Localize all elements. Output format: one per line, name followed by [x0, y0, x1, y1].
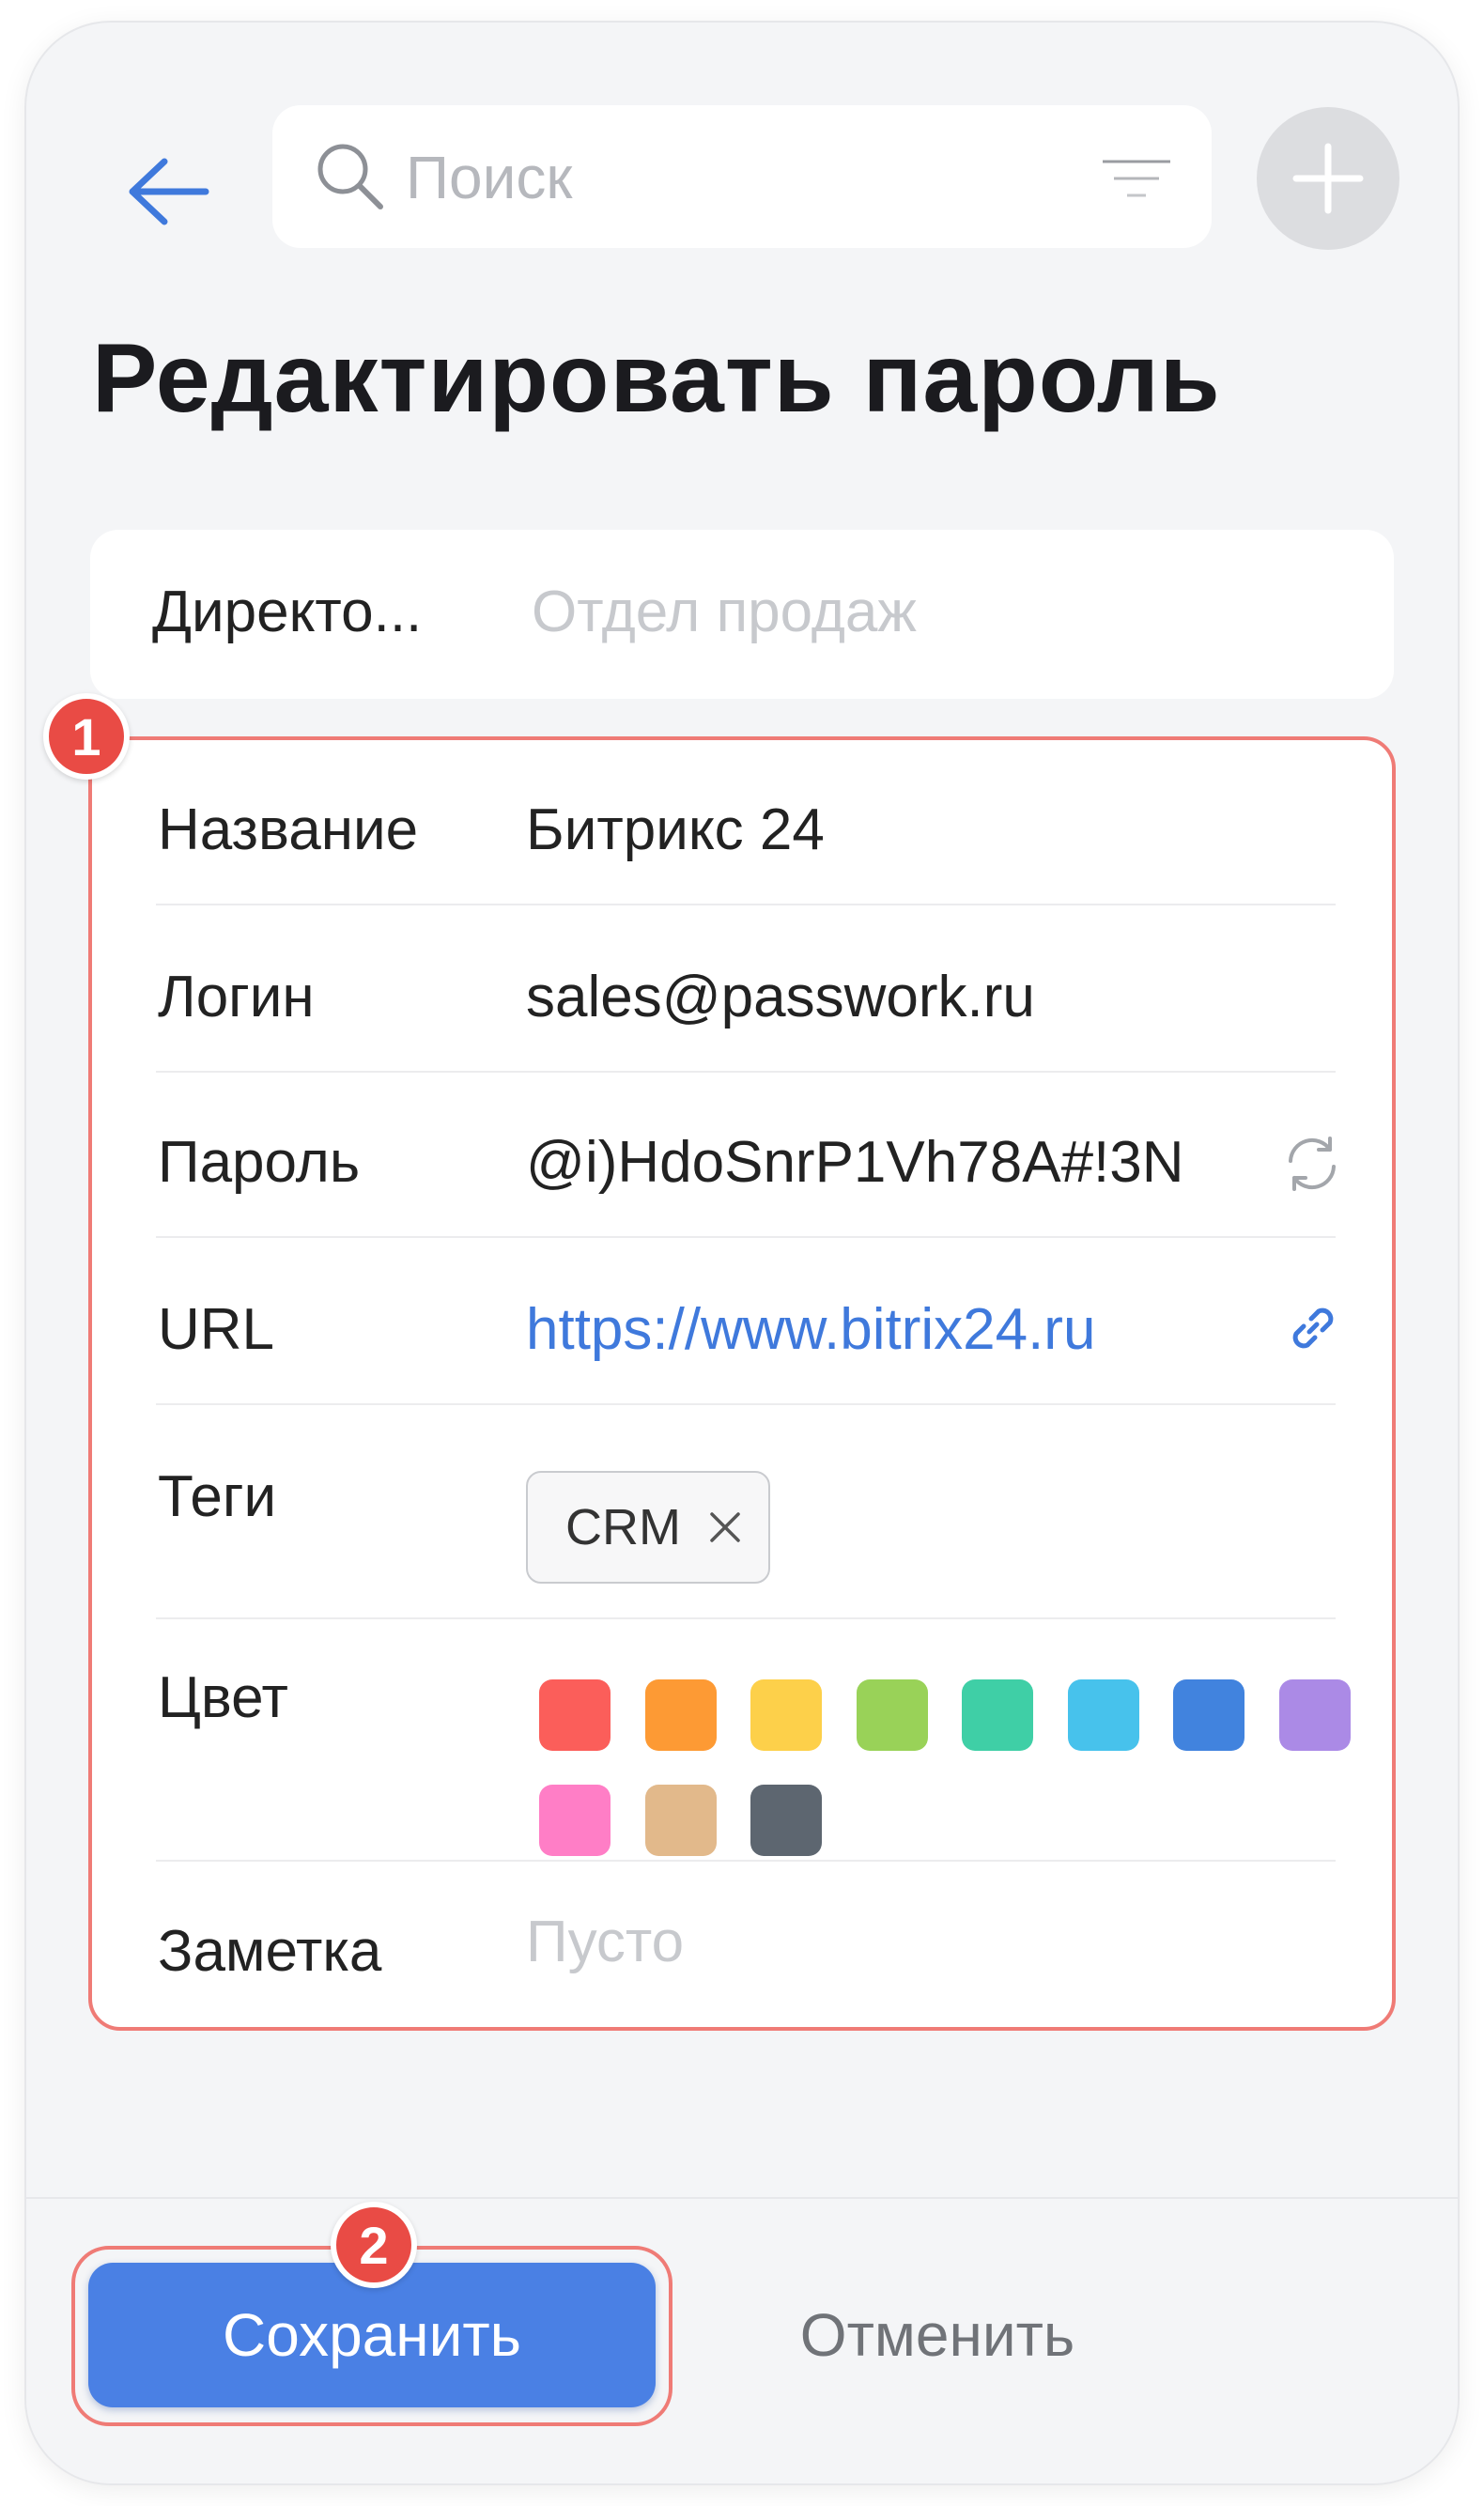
directory-field[interactable]: Директо... Отдел продаж [90, 530, 1394, 699]
tags-label: Теги [158, 1464, 277, 1529]
arrow-left-icon [129, 158, 209, 225]
filter-icon[interactable] [1099, 152, 1174, 209]
back-button[interactable] [116, 140, 219, 243]
color-swatch[interactable] [1278, 1679, 1351, 1751]
divider [156, 1071, 1336, 1073]
search-bar[interactable] [272, 105, 1212, 248]
divider [156, 1403, 1336, 1405]
page-title: Редактировать пароль [92, 324, 1221, 433]
login-input[interactable]: sales@passwork.ru [526, 964, 1035, 1030]
plus-icon [1292, 143, 1364, 214]
cancel-button[interactable]: Отменить [750, 2263, 1125, 2407]
password-input[interactable]: @i)HdoSnrP1Vh78A#!3N [526, 1129, 1184, 1196]
annotation-badge-2: 2 [331, 2202, 417, 2288]
login-label: Логин [158, 965, 315, 1029]
color-swatch[interactable] [1067, 1679, 1139, 1751]
color-swatch[interactable] [539, 1785, 611, 1856]
name-input[interactable]: Битрикс 24 [526, 797, 825, 863]
color-swatch[interactable] [856, 1679, 928, 1751]
color-swatch[interactable] [962, 1679, 1033, 1751]
note-input[interactable]: Пусто [526, 1909, 684, 1975]
search-input[interactable] [404, 133, 1084, 222]
color-swatch[interactable] [644, 1785, 717, 1856]
tag-label: CRM [565, 1499, 681, 1555]
link-icon[interactable] [1283, 1298, 1343, 1358]
color-label: Цвет [158, 1665, 288, 1730]
note-label: Заметка [158, 1919, 382, 1984]
color-swatch[interactable] [644, 1679, 717, 1751]
password-label: Пароль [158, 1130, 361, 1195]
divider [156, 1236, 1336, 1238]
directory-value: Отдел продаж [532, 580, 917, 644]
url-input[interactable]: https://www.bitrix24.ru [526, 1296, 1095, 1363]
divider [156, 904, 1336, 905]
divider [156, 1617, 1336, 1619]
color-swatch[interactable] [750, 1679, 822, 1751]
annotation-badge-1: 1 [43, 693, 130, 780]
directory-label: Директо... [152, 580, 423, 644]
add-button[interactable] [1257, 107, 1399, 250]
edit-form: Название Битрикс 24 Логин sales@passwork… [88, 736, 1396, 2031]
regenerate-icon[interactable] [1281, 1133, 1343, 1195]
search-icon [317, 144, 383, 209]
close-icon[interactable] [706, 1508, 744, 1546]
url-label: URL [158, 1297, 275, 1362]
phone-screen: Редактировать пароль Директо... Отдел пр… [26, 23, 1458, 2483]
color-swatch[interactable] [750, 1785, 822, 1856]
color-swatch[interactable] [1173, 1679, 1244, 1751]
divider [156, 1860, 1336, 1862]
name-label: Название [158, 797, 419, 862]
tag-chip[interactable]: CRM [526, 1471, 770, 1584]
color-swatch[interactable] [539, 1679, 611, 1751]
